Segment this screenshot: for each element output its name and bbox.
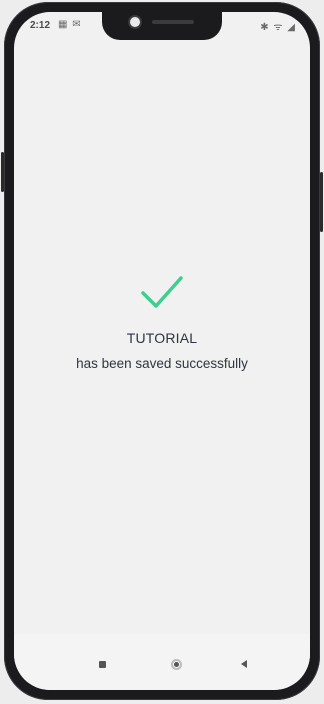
checkmark-icon [141,276,183,308]
confirmation-title: TUTORIAL [126,330,198,346]
recent-apps-button[interactable] [94,656,110,672]
home-button[interactable] [168,656,184,672]
triangle-icon [241,660,247,668]
speaker-grille [152,20,194,24]
notification-icons: ▦ ✉ [58,19,82,30]
system-icons: ✱ ᯤ ◢ [260,22,296,33]
volume-button [1,152,4,192]
circle-icon [170,658,182,670]
navigation-bar [14,634,310,690]
camera-icon [130,17,140,27]
confirmation-message: has been saved successfully [76,356,248,371]
notch [102,12,222,40]
phone-frame: 2:12 ▦ ✉ ✱ ᯤ ◢ TUTORIAL has been saved s… [1,2,323,700]
back-button[interactable] [236,656,252,672]
screen: 2:12 ▦ ✉ ✱ ᯤ ◢ TUTORIAL has been saved s… [14,12,310,690]
confirmation-panel: TUTORIAL has been saved successfully [14,272,310,371]
square-icon [98,660,106,668]
power-button [320,172,323,232]
status-time: 2:12 [30,20,51,31]
